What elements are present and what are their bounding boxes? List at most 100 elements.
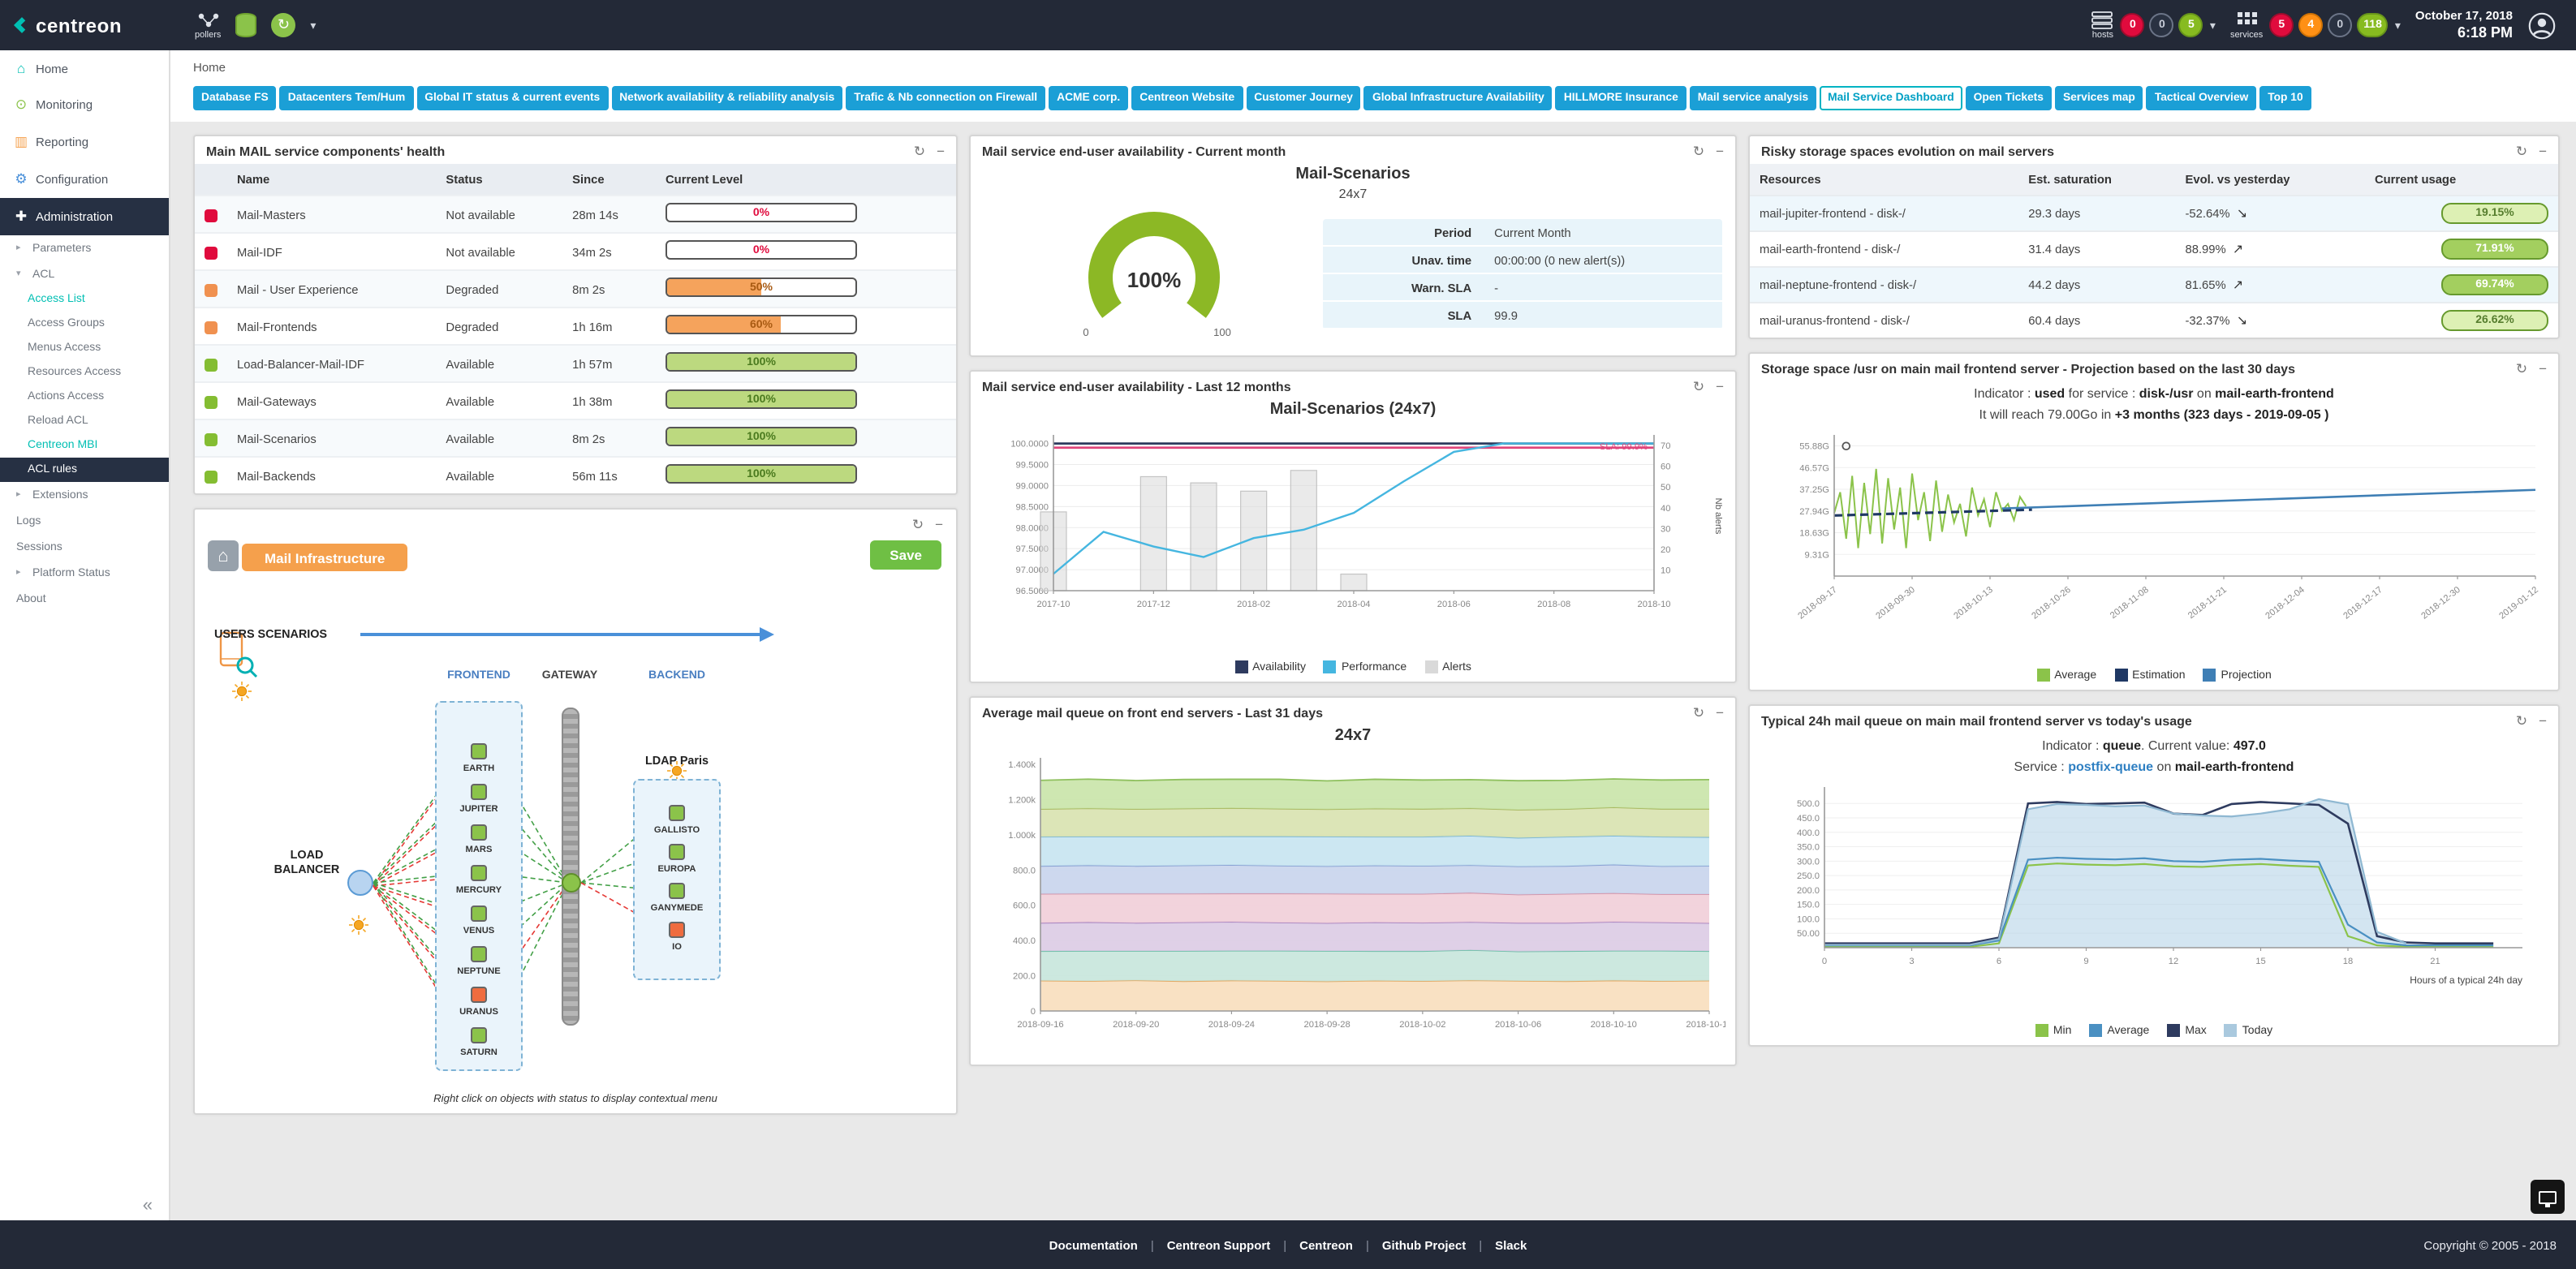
tab-open-tickets[interactable]: Open Tickets (1966, 86, 2052, 110)
node-gallisto[interactable]: GALLISTO (641, 805, 713, 836)
node-mars[interactable]: MARS (443, 824, 515, 855)
tab-network-availability-reliability-analysis[interactable]: Network availability & reliability analy… (611, 86, 842, 110)
pollers-chevron-icon[interactable]: ▾ (310, 19, 316, 32)
sidebar-item-platform-status[interactable]: ▸Platform Status (0, 560, 169, 586)
collapse-icon[interactable]: − (2539, 362, 2547, 376)
database-icon[interactable] (235, 13, 256, 37)
sidebar-item-sessions[interactable]: Sessions (0, 534, 169, 560)
sidebar-item-resources-access[interactable]: Resources Access (0, 360, 169, 385)
sidebar-item-home[interactable]: ⌂Home (0, 50, 169, 86)
user-profile-icon[interactable] (2527, 11, 2557, 40)
sidebar-item-reload-acl[interactable]: Reload ACL (0, 409, 169, 433)
refresh-icon[interactable]: ↻ (2516, 362, 2527, 376)
services-chevron-icon[interactable]: ▾ (2395, 19, 2401, 32)
tab-datacenters-tem-hum[interactable]: Datacenters Tem/Hum (280, 86, 414, 110)
tab-top-10[interactable]: Top 10 (2259, 86, 2311, 110)
refresh-icon[interactable]: ↻ (1693, 706, 1704, 720)
sidebar-item-access-groups[interactable]: Access Groups (0, 312, 169, 336)
collapse-icon[interactable]: − (937, 144, 945, 158)
sidebar-item-reporting[interactable]: ▥Reporting (0, 123, 169, 161)
tab-services-map[interactable]: Services map (2055, 86, 2143, 110)
node-europa[interactable]: EUROPA (641, 844, 713, 875)
sidebar-item-acl-rules[interactable]: ACL rules (0, 458, 169, 482)
sidebar-collapse-button[interactable]: « (143, 1196, 153, 1215)
node-venus[interactable]: VENUS (443, 906, 515, 936)
node-io[interactable]: IO (641, 922, 713, 953)
collapse-icon[interactable]: − (1716, 706, 1724, 720)
sidebar-item-administration[interactable]: ✚Administration (0, 198, 169, 235)
gateway-node[interactable] (562, 873, 581, 893)
tab-acme-corp[interactable]: ACME corp. (1049, 86, 1128, 110)
footer-link-centreon[interactable]: Centreon (1299, 1237, 1353, 1252)
node-uranus[interactable]: URANUS (443, 987, 515, 1017)
services-badge-unknown[interactable]: 0 (2328, 13, 2352, 37)
refresh-icon[interactable]: ↻ (2516, 144, 2527, 158)
chevron-right-icon: ▸ (16, 568, 26, 578)
component-name: Load-Balancer-Mail-IDF (227, 345, 436, 382)
collapse-icon[interactable]: − (935, 518, 943, 531)
collapse-icon[interactable]: − (2539, 714, 2547, 728)
breadcrumb-home-link[interactable]: Home (193, 60, 226, 75)
home-icon[interactable]: ⌂ (208, 540, 239, 571)
services-badge-warning[interactable]: 4 (2298, 13, 2323, 37)
sidebar-item-configuration[interactable]: ⚙Configuration (0, 161, 169, 198)
services-menu[interactable]: services (2230, 11, 2263, 40)
node-mercury[interactable]: MERCURY (443, 865, 515, 896)
collapse-icon[interactable]: − (2539, 144, 2547, 158)
footer-link-slack[interactable]: Slack (1495, 1237, 1527, 1252)
sync-icon[interactable]: ↻ (271, 13, 295, 37)
node-neptune[interactable]: NEPTUNE (443, 946, 515, 977)
tab-tactical-overview[interactable]: Tactical Overview (2147, 86, 2256, 110)
sidebar-item-logs[interactable]: Logs (0, 508, 169, 534)
sidebar-item-menus-access[interactable]: Menus Access (0, 336, 169, 360)
sidebar-item-monitoring[interactable]: ⊙Monitoring (0, 86, 169, 123)
collapse-icon[interactable]: − (1716, 380, 1724, 394)
hosts-badge-unreachable[interactable]: 0 (2150, 13, 2174, 37)
hosts-badge-down[interactable]: 0 (2121, 13, 2145, 37)
sidebar-item-parameters[interactable]: ▸Parameters (0, 235, 169, 261)
services-badge-ok[interactable]: 118 (2357, 13, 2389, 37)
tab-mail-service-dashboard[interactable]: Mail Service Dashboard (1820, 86, 1962, 110)
sidebar-item-actions-access[interactable]: Actions Access (0, 385, 169, 409)
refresh-icon[interactable]: ↻ (912, 518, 924, 531)
collapse-icon[interactable]: − (1716, 144, 1724, 158)
svg-text:1.400k: 1.400k (1007, 760, 1035, 770)
node-ganymede[interactable]: GANYMEDE (641, 883, 713, 914)
display-mode-button[interactable] (2531, 1180, 2565, 1214)
hosts-menu[interactable]: hosts (2091, 11, 2114, 40)
footer-link-github-project[interactable]: Github Project (1382, 1237, 1466, 1252)
save-button[interactable]: Save (870, 540, 941, 570)
refresh-icon[interactable]: ↻ (1693, 144, 1704, 158)
gateway-bar[interactable] (562, 708, 579, 1026)
refresh-icon[interactable]: ↻ (2516, 714, 2527, 728)
footer-link-documentation[interactable]: Documentation (1049, 1237, 1138, 1252)
pollers-menu[interactable]: pollers (195, 11, 221, 40)
tab-database-fs[interactable]: Database FS (193, 86, 277, 110)
sidebar-item-centreon-mbi[interactable]: Centreon MBI (0, 433, 169, 458)
footer-link-centreon-support[interactable]: Centreon Support (1167, 1237, 1271, 1252)
infrastructure-badge[interactable]: Mail Infrastructure (242, 544, 407, 571)
sidebar-item-access-list[interactable]: Access List (0, 287, 169, 312)
centreon-logo[interactable]: centreon (0, 14, 179, 37)
sidebar-item-acl[interactable]: ▾ACL (0, 261, 169, 287)
legend-item-today: Today (2225, 1024, 2272, 1037)
hosts-chevron-icon[interactable]: ▾ (2210, 19, 2216, 32)
tab-hillmore-insurance[interactable]: HILLMORE Insurance (1556, 86, 1686, 110)
tab-customer-journey[interactable]: Customer Journey (1246, 86, 1361, 110)
services-badge-critical[interactable]: 5 (2269, 13, 2294, 37)
refresh-icon[interactable]: ↻ (1693, 380, 1704, 394)
sidebar-item-extensions[interactable]: ▸Extensions (0, 482, 169, 508)
node-earth[interactable]: EARTH (443, 743, 515, 774)
component-since: 1h 16m (562, 308, 656, 345)
tab-global-it-status-current-events[interactable]: Global IT status & current events (416, 86, 608, 110)
node-label: EUROPA (641, 865, 713, 875)
refresh-icon[interactable]: ↻ (914, 144, 925, 158)
tab-centreon-website[interactable]: Centreon Website (1131, 86, 1243, 110)
node-saturn[interactable]: SATURN (443, 1027, 515, 1058)
hosts-badge-up[interactable]: 5 (2179, 13, 2203, 37)
tab-trafic-nb-connection-on-firewall[interactable]: Trafic & Nb connection on Firewall (846, 86, 1045, 110)
tab-mail-service-analysis[interactable]: Mail service analysis (1690, 86, 1816, 110)
tab-global-infrastructure-availability[interactable]: Global Infrastructure Availability (1364, 86, 1553, 110)
sidebar-item-about[interactable]: About (0, 586, 169, 612)
node-jupiter[interactable]: JUPITER (443, 784, 515, 815)
